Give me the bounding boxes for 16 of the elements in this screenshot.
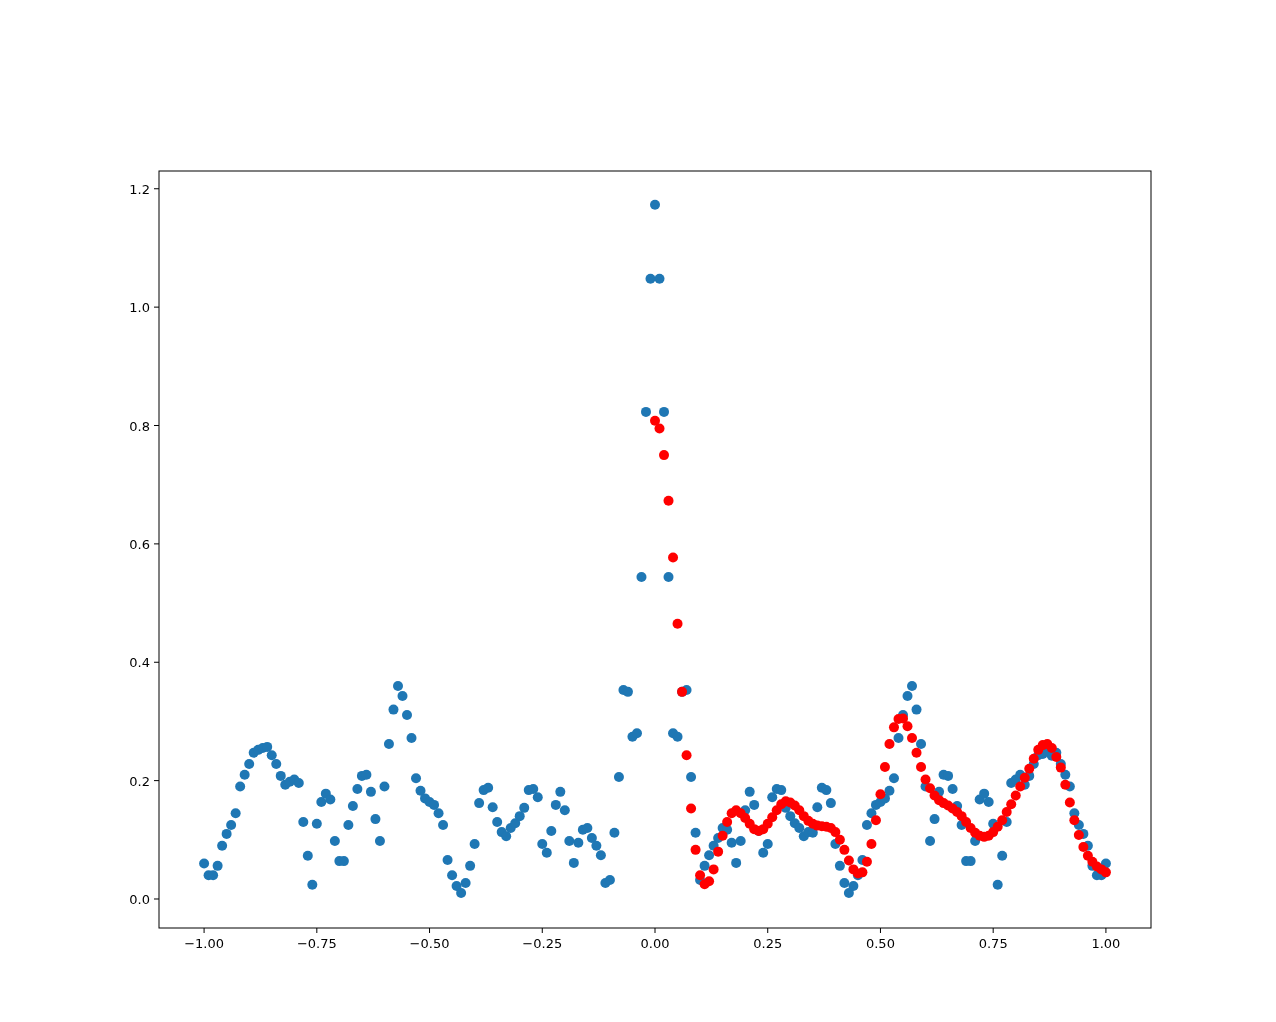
tick-label: 1.0 xyxy=(129,300,150,316)
tick-label: 0.75 xyxy=(978,936,1008,951)
tick-label: −0.50 xyxy=(409,936,450,951)
tick-label: 0.00 xyxy=(640,936,670,951)
tick-label: 0.0 xyxy=(129,892,150,907)
tick-label: 0.2 xyxy=(129,773,150,789)
tick-label: 1.2 xyxy=(129,181,150,197)
tick-label: 1.00 xyxy=(1091,936,1121,951)
tick-label: 0.25 xyxy=(753,936,783,951)
tick-label: −0.25 xyxy=(522,936,563,951)
tick-label: 0.4 xyxy=(129,655,150,671)
tick-label: 0.8 xyxy=(129,418,150,434)
tick-label: −0.75 xyxy=(296,936,337,951)
tick-label: 0.6 xyxy=(129,536,150,552)
tick-label: 0.50 xyxy=(866,936,895,951)
tick-label: −1.00 xyxy=(184,936,224,951)
